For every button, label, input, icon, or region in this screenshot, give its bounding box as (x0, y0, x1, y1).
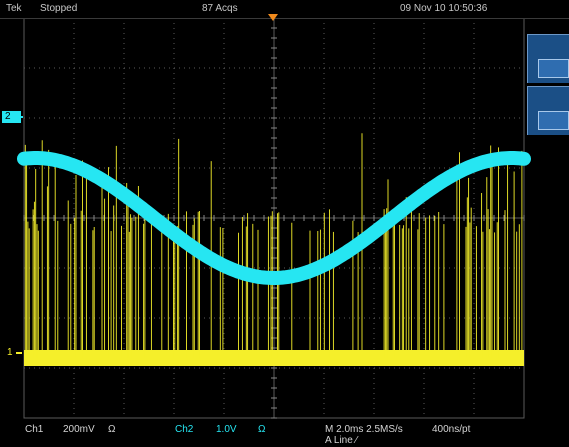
ch2-label[interactable]: Ch2 (175, 424, 193, 435)
date-time: 09 Nov 10 10:50:36 (400, 3, 488, 14)
horizontal-readout[interactable]: M 2.0ms 2.5MS/s (325, 424, 403, 435)
trigger-readout[interactable]: A Line ⁄ (325, 435, 357, 446)
side-menu-slot-2 (538, 111, 569, 130)
brand-label: Tek (6, 3, 22, 14)
side-menu-button-1[interactable] (527, 34, 569, 83)
acquisition-count: 87 Acqs (202, 3, 238, 14)
ch2-coupling-icon: Ω (258, 424, 266, 435)
ch1-ground-marker[interactable]: 1 (4, 347, 22, 359)
ch1-coupling-icon: Ω (108, 424, 116, 435)
ch2-ground-marker[interactable]: 2 (2, 111, 23, 123)
acquisition-status: Stopped (40, 3, 78, 14)
status-bar: Tek Stopped 87 Acqs 09 Nov 10 10:50:36 (0, 0, 569, 19)
side-menu-button-2[interactable] (527, 86, 569, 135)
ch1-scale[interactable]: 200mV (63, 424, 95, 435)
side-menu-slot-1 (538, 59, 569, 78)
readout-bar: Ch1 200mV Ω Ch2 1.0V Ω M 2.0ms 2.5MS/s 4… (0, 421, 569, 447)
record-readout[interactable]: 400ns/pt (432, 424, 470, 435)
scope-screen (0, 0, 569, 447)
ch1-label[interactable]: Ch1 (25, 424, 43, 435)
ch2-scale[interactable]: 1.0V (216, 424, 237, 435)
trigger-position-icon[interactable] (268, 14, 278, 21)
